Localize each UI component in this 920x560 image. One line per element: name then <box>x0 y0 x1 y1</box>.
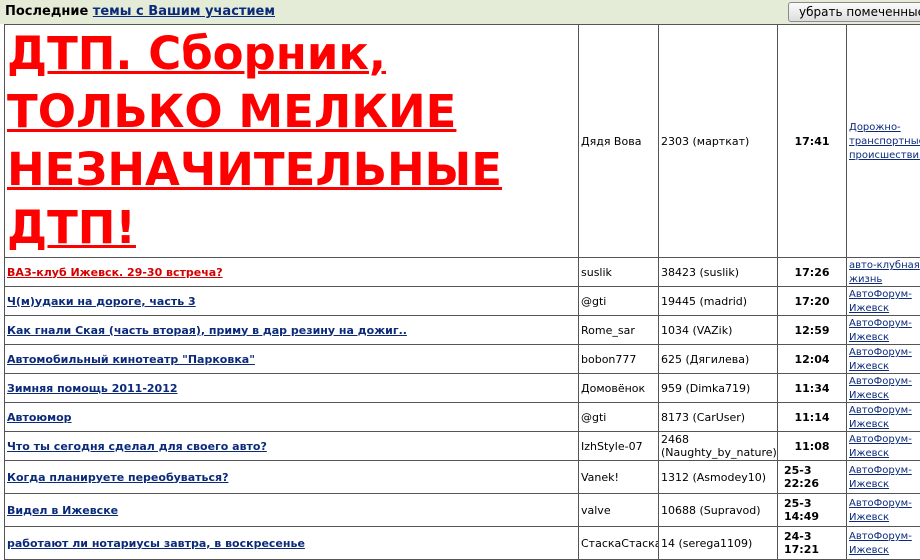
remove-marked-button[interactable]: убрать помеченные т <box>788 2 920 22</box>
topic-forum-cell: АвтоФорум-Ижевск <box>847 461 920 494</box>
topic-forum-cell: АвтоФорум-Ижевск <box>847 287 920 316</box>
topic-author: bobon777 <box>579 345 659 374</box>
topic-time: 25-3 14:49 <box>778 494 847 527</box>
topic-time: 11:34 <box>778 374 847 403</box>
table-row: работают ли нотариусы завтра, в воскресе… <box>5 527 920 560</box>
topic-author: СтаскаСтаска <box>579 527 659 560</box>
topic-forum-cell: АвтоФорум-Ижевск <box>847 374 920 403</box>
table-row: Видел в Ижевске valve 10688 (Supravod) 2… <box>5 494 920 527</box>
header-label: Последние <box>5 4 88 19</box>
topic-title-cell: Когда планируете переобуваться? <box>5 461 579 494</box>
featured-author: Дядя Вова <box>579 25 659 258</box>
topic-forum-cell: АвтоФорум-Ижевск <box>847 316 920 345</box>
topic-forum-cell: АвтоФорум-Ижевск <box>847 432 920 461</box>
topic-link[interactable]: Как гнали Ская (часть вторая), приму в д… <box>7 324 407 337</box>
topic-author: @gti <box>579 403 659 432</box>
topic-link[interactable]: Ч(м)удаки на дороге, часть 3 <box>7 295 196 308</box>
table-row: Как гнали Ская (часть вторая), приму в д… <box>5 316 920 345</box>
table-row: Автомобильный кинотеатр "Парковка" bobon… <box>5 345 920 374</box>
topics-table: ДТП. Сборник, ТОЛЬКО МЕЛКИЕ НЕЗНАЧИТЕЛЬН… <box>4 24 920 560</box>
topic-forum-link[interactable]: авто-клубная жизнь <box>849 260 920 285</box>
topic-time: 11:08 <box>778 432 847 461</box>
topic-time: 17:26 <box>778 258 847 287</box>
topic-author: @gti <box>579 287 659 316</box>
topic-link[interactable]: Зимняя помощь 2011-2012 <box>7 382 178 395</box>
topic-forum-cell: АвтоФорум-Ижевск <box>847 345 920 374</box>
topic-forum-link[interactable]: АвтоФорум-Ижевск <box>849 318 912 343</box>
topic-author: Rome_sar <box>579 316 659 345</box>
topic-title-cell: Автоюмор <box>5 403 579 432</box>
topic-replies: 14 (serega1109) <box>659 527 778 560</box>
topic-link[interactable]: работают ли нотариусы завтра, в воскресе… <box>7 537 305 550</box>
topic-forum-cell: авто-клубная жизнь <box>847 258 920 287</box>
topic-title-cell: работают ли нотариусы завтра, в воскресе… <box>5 527 579 560</box>
topic-forum-cell: АвтоФорум-Ижевск <box>847 527 920 560</box>
table-row: Зимняя помощь 2011-2012 Домовёнок 959 (D… <box>5 374 920 403</box>
topic-time: 12:59 <box>778 316 847 345</box>
topic-time: 17:20 <box>778 287 847 316</box>
topic-author: Vanek! <box>579 461 659 494</box>
topic-link[interactable]: Видел в Ижевске <box>7 504 118 517</box>
table-row: Автоюмор @gti 8173 (CarUser) 11:14 АвтоФ… <box>5 403 920 432</box>
topic-replies: 2468 (Naughty_by_nature) <box>659 432 778 461</box>
topic-author: valve <box>579 494 659 527</box>
topic-replies: 8173 (CarUser) <box>659 403 778 432</box>
topic-title-cell: ВАЗ-клуб Ижевск. 29-30 встреча? <box>5 258 579 287</box>
topic-title-cell: Зимняя помощь 2011-2012 <box>5 374 579 403</box>
topic-title-cell: Автомобильный кинотеатр "Парковка" <box>5 345 579 374</box>
featured-replies: 2303 (марткат) <box>659 25 778 258</box>
topic-forum-link[interactable]: АвтоФорум-Ижевск <box>849 376 912 401</box>
topic-link[interactable]: ВАЗ-клуб Ижевск. 29-30 встреча? <box>7 266 223 279</box>
featured-title-cell: ДТП. Сборник, ТОЛЬКО МЕЛКИЕ НЕЗНАЧИТЕЛЬН… <box>5 25 579 258</box>
table-row: Ч(м)удаки на дороге, часть 3 @gti 19445 … <box>5 287 920 316</box>
topic-author: IzhStyle-07 <box>579 432 659 461</box>
table-row: Когда планируете переобуваться? Vanek! 1… <box>5 461 920 494</box>
table-row: ДТП. Сборник, ТОЛЬКО МЕЛКИЕ НЕЗНАЧИТЕЛЬН… <box>5 25 920 258</box>
topic-forum-link[interactable]: АвтоФорум-Ижевск <box>849 347 912 372</box>
topic-link[interactable]: Автомобильный кинотеатр "Парковка" <box>7 353 255 366</box>
featured-time: 17:41 <box>778 25 847 258</box>
topic-replies: 625 (Дягилева) <box>659 345 778 374</box>
topic-forum-link[interactable]: АвтоФорум-Ижевск <box>849 405 912 430</box>
topic-title-cell: Ч(м)удаки на дороге, часть 3 <box>5 287 579 316</box>
header-title: Последние темы с Вашим участием <box>5 4 275 19</box>
topics-header: Последние темы с Вашим участием убрать п… <box>0 0 920 24</box>
featured-forum-link[interactable]: Дорожно-транспортные происшествия <box>849 122 920 161</box>
topic-replies: 1034 (VAZik) <box>659 316 778 345</box>
topic-forum-cell: АвтоФорум-Ижевск <box>847 494 920 527</box>
topic-author: Домовёнок <box>579 374 659 403</box>
topic-time: 24-3 17:21 <box>778 527 847 560</box>
topic-title-cell: Что ты сегодня сделал для своего авто? <box>5 432 579 461</box>
topic-forum-cell: АвтоФорум-Ижевск <box>847 403 920 432</box>
topic-replies: 38423 (suslik) <box>659 258 778 287</box>
topic-forum-link[interactable]: АвтоФорум-Ижевск <box>849 434 912 459</box>
table-row: ВАЗ-клуб Ижевск. 29-30 встреча? suslik 3… <box>5 258 920 287</box>
topic-replies: 10688 (Supravod) <box>659 494 778 527</box>
topic-link[interactable]: Когда планируете переобуваться? <box>7 471 228 484</box>
my-topics-link[interactable]: темы с Вашим участием <box>93 4 275 19</box>
topic-link[interactable]: Что ты сегодня сделал для своего авто? <box>7 440 267 453</box>
topic-time: 12:04 <box>778 345 847 374</box>
table-row: Что ты сегодня сделал для своего авто? I… <box>5 432 920 461</box>
topic-forum-link[interactable]: АвтоФорум-Ижевск <box>849 465 912 490</box>
topic-time: 25-3 22:26 <box>778 461 847 494</box>
topic-replies: 959 (Dimka719) <box>659 374 778 403</box>
topic-forum-link[interactable]: АвтоФорум-Ижевск <box>849 531 912 556</box>
topic-replies: 1312 (Asmodey10) <box>659 461 778 494</box>
featured-topic-link[interactable]: ДТП. Сборник, ТОЛЬКО МЕЛКИЕ НЕЗНАЧИТЕЛЬН… <box>7 25 576 257</box>
topic-forum-link[interactable]: АвтоФорум-Ижевск <box>849 498 912 523</box>
topic-link[interactable]: Автоюмор <box>7 411 72 424</box>
featured-forum-cell: Дорожно-транспортные происшествия <box>847 25 920 258</box>
topic-replies: 19445 (madrid) <box>659 287 778 316</box>
topic-title-cell: Как гнали Ская (часть вторая), приму в д… <box>5 316 579 345</box>
topic-time: 11:14 <box>778 403 847 432</box>
topic-title-cell: Видел в Ижевске <box>5 494 579 527</box>
topic-author: suslik <box>579 258 659 287</box>
topic-forum-link[interactable]: АвтоФорум-Ижевск <box>849 289 912 314</box>
